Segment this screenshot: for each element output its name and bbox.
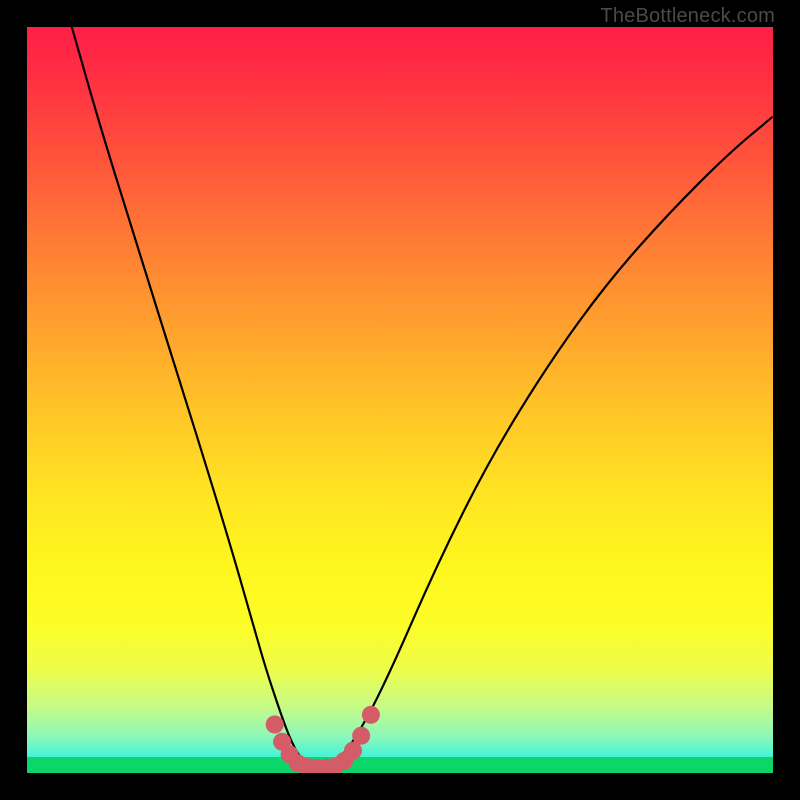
bottleneck-curve <box>72 27 773 768</box>
marker-dot <box>266 716 284 734</box>
marker-dot <box>352 727 370 745</box>
plot-area <box>27 27 773 773</box>
chart-frame: TheBottleneck.com <box>0 0 800 800</box>
watermark-text: TheBottleneck.com <box>600 5 775 28</box>
marker-dot <box>362 706 380 724</box>
chart-svg <box>27 27 773 773</box>
curve-line <box>72 27 773 768</box>
